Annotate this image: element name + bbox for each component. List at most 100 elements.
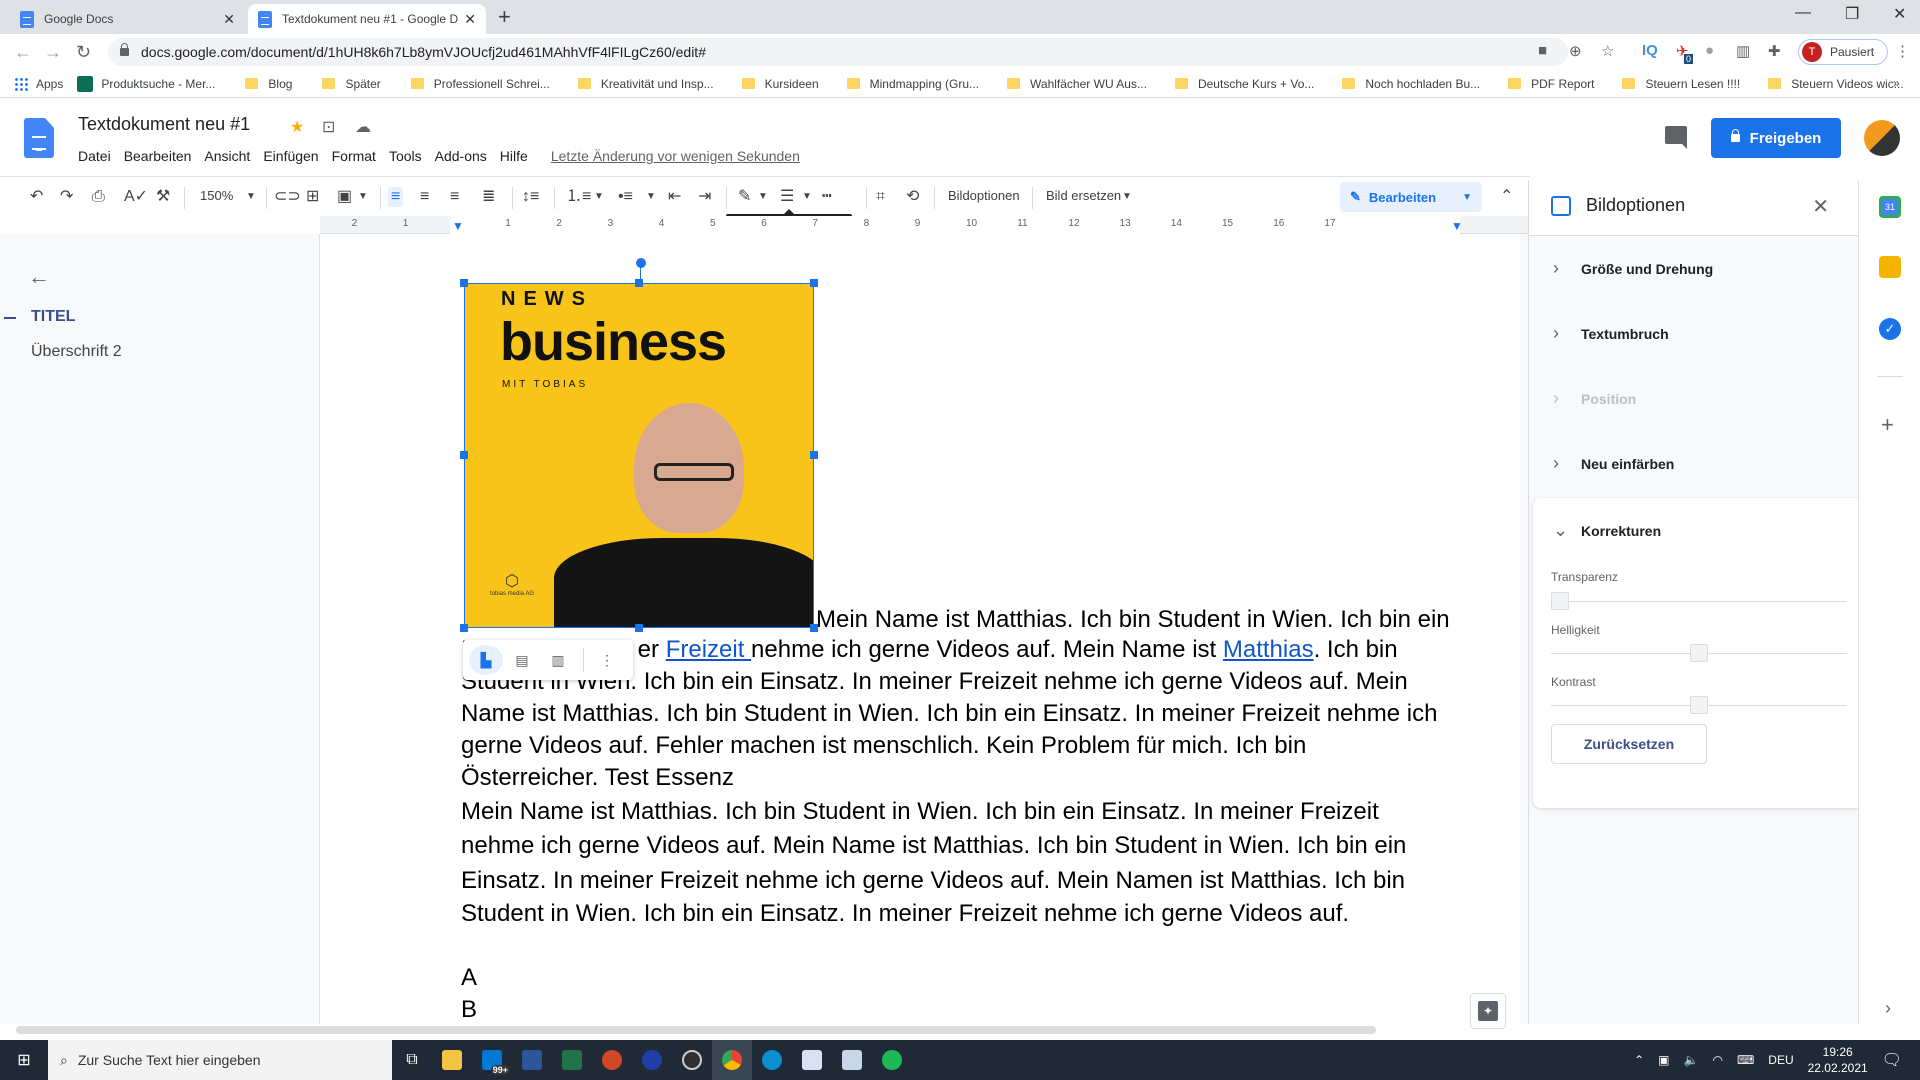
ruler[interactable]: 2 1 1 2 3 4 5 6 7 8 9 10 11 12 13 14 15 16 17 ▼ ▼ (320, 216, 1528, 234)
tray-expand-icon[interactable]: ⌃ (1634, 1053, 1644, 1067)
back-icon[interactable]: ← (14, 42, 32, 63)
bulleted-list-dropdown-icon[interactable]: ▼ (646, 187, 656, 207)
insert-image-icon[interactable]: ▣ (337, 187, 352, 207)
resize-handle-e[interactable] (810, 451, 818, 459)
decrease-indent-icon[interactable]: ⇤ (668, 187, 681, 207)
browser-tab-google-docs[interactable]: Google Docs ✕ (10, 4, 245, 34)
wifi-icon[interactable]: ◠ (1712, 1053, 1722, 1067)
menu-datei[interactable]: Datei (78, 148, 111, 164)
border-weight-icon[interactable]: ☰ (780, 187, 794, 207)
bookmark-folder[interactable]: Blog (245, 77, 292, 91)
audio-app-icon[interactable] (632, 1040, 672, 1080)
paragraph-line[interactable]: Mein Name ist Matthias. Ich bin Student … (461, 796, 1379, 828)
notifications-icon[interactable]: 🗨 (1882, 1050, 1902, 1070)
border-weight-dropdown-icon[interactable]: ▼ (802, 187, 812, 207)
paragraph-line[interactable]: nehme ich gerne Videos auf. Mein Name is… (461, 830, 1406, 862)
expand-side-panel-icon[interactable]: › (1885, 998, 1891, 1019)
stats-extension-icon[interactable]: ▥ (1736, 42, 1750, 60)
paragraph-line[interactable]: Student in Wien. Ich bin ein Einsatz. In… (461, 898, 1349, 930)
image-options-button[interactable]: Bildoptionen (948, 188, 1020, 203)
bookmark-folder[interactable]: Noch hochladen Bu... (1342, 77, 1480, 91)
slider-thumb[interactable] (1690, 644, 1708, 662)
last-edit-link[interactable]: Letzte Änderung vor wenigen Sekunden (551, 148, 800, 164)
undo-icon[interactable]: ↶ (30, 187, 43, 207)
justify-icon[interactable]: ≣ (482, 187, 495, 207)
contrast-slider[interactable] (1551, 696, 1847, 714)
browser-tab-document[interactable]: Textdokument neu #1 - Google D ✕ (248, 4, 486, 34)
spotify-icon[interactable] (872, 1040, 912, 1080)
iq-extension-icon[interactable]: IQ (1642, 42, 1658, 59)
break-text-icon[interactable]: ▥ (541, 645, 575, 675)
docs-logo-icon[interactable] (24, 118, 54, 158)
slider-thumb[interactable] (1551, 592, 1569, 610)
slider-thumb[interactable] (1690, 696, 1708, 714)
minimize-icon[interactable]: — (1795, 4, 1811, 22)
resize-handle-sw[interactable] (460, 624, 468, 632)
task-view-icon[interactable]: ⧉ (392, 1040, 432, 1080)
reload-icon[interactable]: ↻ (76, 42, 91, 63)
mail-icon[interactable]: 99+ (472, 1040, 512, 1080)
bookmark-item[interactable]: Produktsuche - Mer... (77, 75, 215, 92)
user-avatar[interactable] (1864, 120, 1900, 156)
border-color-icon[interactable]: ✎ (738, 187, 751, 207)
link-freizeit[interactable]: Freizeit (666, 636, 751, 663)
resize-handle-s[interactable] (635, 624, 643, 632)
puzzle-extensions-icon[interactable]: ✚ (1768, 42, 1781, 60)
transparency-slider[interactable] (1551, 592, 1847, 610)
replace-image-button[interactable]: Bild ersetzen (1046, 188, 1121, 203)
border-dash-icon[interactable]: ┅ (822, 187, 832, 207)
camera-tray-icon[interactable]: ▣ (1658, 1053, 1669, 1067)
menu-addons[interactable]: Add-ons (435, 148, 487, 164)
zoom-select[interactable]: 150% (200, 188, 233, 203)
bookmark-folder[interactable]: Kreativität und Insp... (577, 77, 714, 91)
reset-image-icon[interactable]: ⟲ (906, 187, 919, 207)
paragraph-line[interactable]: gerne Videos auf. Fehler machen ist mens… (461, 730, 1306, 762)
close-panel-icon[interactable]: ✕ (1812, 194, 1829, 219)
print-icon[interactable]: ⎙ (92, 187, 105, 207)
bookmark-folder[interactable]: Kursideen (741, 77, 819, 91)
menu-bearbeiten[interactable]: Bearbeiten (124, 148, 192, 164)
section-recolor[interactable]: › Neu einfärben (1529, 431, 1859, 496)
close-tab-icon[interactable]: ✕ (223, 11, 235, 28)
address-bar[interactable]: docs.google.com/document/d/1hUH8k6h7Lb8y… (108, 38, 1568, 66)
section-adjustments[interactable]: ⌄ Korrekturen (1529, 498, 1859, 563)
bookmark-folder[interactable]: Professionell Schrei... (410, 77, 550, 91)
menu-format[interactable]: Format (332, 148, 376, 164)
wrap-text-icon[interactable]: ▤ (505, 645, 539, 675)
paragraph-line[interactable]: Einsatz. In meiner Freizeit nehme ich ge… (461, 865, 1405, 897)
line-spacing-icon[interactable]: ↕≡ (522, 187, 539, 207)
bookmarks-overflow-button[interactable]: » (1893, 76, 1900, 90)
powerpoint-icon[interactable] (592, 1040, 632, 1080)
section-size-rotation[interactable]: › Größe und Drehung (1529, 236, 1859, 301)
volume-icon[interactable]: 🔈 (1684, 1053, 1699, 1067)
bookmark-folder[interactable]: Wahlfächer WU Aus... (1007, 77, 1147, 91)
outline-item-heading2[interactable]: Überschrift 2 (31, 343, 122, 361)
adblock-icon[interactable]: ● (1705, 42, 1714, 59)
paragraph-line[interactable]: B (461, 994, 477, 1026)
bookmark-folder[interactable]: Später (322, 77, 381, 91)
add-addon-icon[interactable]: + (1881, 412, 1894, 438)
bookmark-folder[interactable]: PDF Report (1508, 77, 1594, 91)
browser-menu-icon[interactable]: ⋮ (1895, 42, 1910, 60)
close-tab-icon[interactable]: ✕ (464, 11, 476, 28)
numbered-list-icon[interactable]: ⒈≡ (566, 187, 591, 207)
camera-icon[interactable]: ■ (1538, 42, 1547, 59)
redo-icon[interactable]: ↷ (60, 187, 73, 207)
image-dropdown-icon[interactable]: ▼ (358, 187, 368, 207)
menu-ansicht[interactable]: Ansicht (204, 148, 250, 164)
bookmark-folder[interactable]: Steuern Videos wic... (1768, 77, 1904, 91)
numbered-list-dropdown-icon[interactable]: ▼ (594, 187, 604, 207)
notepad-icon[interactable] (832, 1040, 872, 1080)
brightness-slider[interactable] (1551, 644, 1847, 662)
paint-format-icon[interactable]: ⚒ (156, 187, 170, 207)
file-explorer-icon[interactable] (432, 1040, 472, 1080)
star-icon[interactable]: ★ (290, 117, 304, 137)
document-title[interactable]: Textdokument neu #1 (78, 114, 250, 135)
profile-button[interactable]: T Pausiert (1798, 39, 1888, 65)
resize-handle-w[interactable] (460, 451, 468, 459)
reset-button[interactable]: Zurücksetzen (1551, 724, 1707, 764)
menu-einfuegen[interactable]: Einfügen (263, 148, 318, 164)
keep-icon[interactable] (1879, 256, 1901, 278)
resize-handle-n[interactable] (635, 279, 643, 287)
resize-handle-ne[interactable] (810, 279, 818, 287)
